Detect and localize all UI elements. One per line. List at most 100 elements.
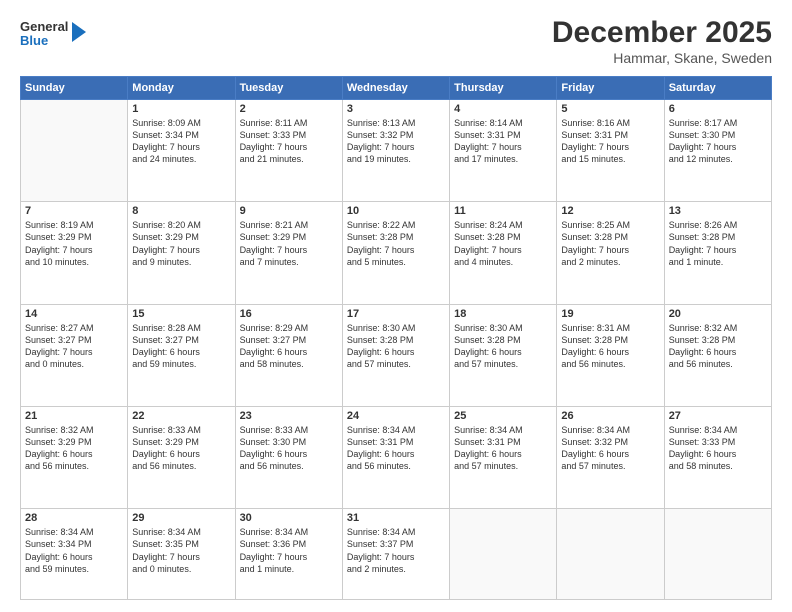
day-number: 18 (454, 308, 552, 320)
day-number: 5 (561, 103, 659, 115)
table-row (21, 100, 128, 202)
table-row: 3Sunrise: 8:13 AMSunset: 3:32 PMDaylight… (342, 100, 449, 202)
cell-content: Sunrise: 8:34 AMSunset: 3:36 PMDaylight:… (240, 526, 338, 575)
table-row: 4 Sunrise: 8:14 AMSunset: 3:31 PMDaylight… (450, 100, 557, 202)
table-row: 31Sunrise: 8:34 AMSunset: 3:37 PMDayligh… (342, 509, 449, 600)
table-row: 13 Sunrise: 8:26 AMSunset: 3:28 PMDayligh… (664, 202, 771, 304)
cell-content: Sunrise: 8:28 AMSunset: 3:27 PMDaylight:… (132, 322, 230, 371)
col-wednesday: Wednesday (342, 77, 449, 100)
table-row: 1Sunrise: 8:09 AMSunset: 3:34 PMDaylight… (128, 100, 235, 202)
calendar-table: Sunday Monday Tuesday Wednesday Thursday… (20, 76, 772, 600)
cell-content: Sunrise: 8:34 AMSunset: 3:35 PMDaylight:… (132, 526, 230, 575)
day-number: 10 (347, 205, 445, 217)
table-row: 19 Sunrise: 8:31 AMSunset: 3:28 PMDayligh… (557, 304, 664, 406)
day-number: 2 (240, 103, 338, 115)
col-thursday: Thursday (450, 77, 557, 100)
day-number: 11 (454, 205, 552, 217)
day-number: 15 (132, 308, 230, 320)
cell-content: Sunrise: 8:19 AMSunset: 3:29 PMDaylight:… (25, 219, 123, 268)
day-number: 4 (454, 103, 552, 115)
table-row: 20 Sunrise: 8:32 AMSunset: 3:28 PMDayligh… (664, 304, 771, 406)
cell-content: Sunrise: 8:16 AMSunset: 3:31 PMDaylight:… (561, 117, 659, 166)
cell-content: Sunrise: 8:34 AMSunset: 3:34 PMDaylight:… (25, 526, 123, 575)
day-number: 19 (561, 308, 659, 320)
day-number: 20 (669, 308, 767, 320)
table-row: 17 Sunrise: 8:30 AMSunset: 3:28 PMDayligh… (342, 304, 449, 406)
cell-content: Sunrise: 8:20 AMSunset: 3:29 PMDaylight:… (132, 219, 230, 268)
table-row (664, 509, 771, 600)
table-row: 23 Sunrise: 8:33 AMSunset: 3:30 PMDayligh… (235, 406, 342, 508)
day-number: 12 (561, 205, 659, 217)
cell-content: Sunrise: 8:22 AMSunset: 3:28 PMDaylight:… (347, 219, 445, 268)
table-row: 10 Sunrise: 8:22 AMSunset: 3:28 PMDayligh… (342, 202, 449, 304)
cell-content: Sunrise: 8:14 AMSunset: 3:31 PMDaylight:… (454, 117, 552, 166)
cell-content: Sunrise: 8:32 AMSunset: 3:28 PMDaylight:… (669, 322, 767, 371)
cell-content: Sunrise: 8:30 AMSunset: 3:28 PMDaylight:… (454, 322, 552, 371)
col-saturday: Saturday (664, 77, 771, 100)
table-row: 25Sunrise: 8:34 AMSunset: 3:31 PMDayligh… (450, 406, 557, 508)
day-number: 16 (240, 308, 338, 320)
table-row: 21 Sunrise: 8:32 AMSunset: 3:29 PMDayligh… (21, 406, 128, 508)
cell-content: Sunrise: 8:33 AMSunset: 3:30 PMDaylight:… (240, 424, 338, 473)
table-row: 12 Sunrise: 8:25 AMSunset: 3:28 PMDayligh… (557, 202, 664, 304)
cell-content: Sunrise: 8:30 AMSunset: 3:28 PMDaylight:… (347, 322, 445, 371)
day-number: 29 (132, 512, 230, 524)
table-row: 14Sunrise: 8:27 AMSunset: 3:27 PMDayligh… (21, 304, 128, 406)
table-row: 6Sunrise: 8:17 AMSunset: 3:30 PMDaylight… (664, 100, 771, 202)
logo-blue: Blue (20, 34, 68, 48)
table-row: 30 Sunrise: 8:34 AMSunset: 3:36 PMDayligh… (235, 509, 342, 600)
day-number: 31 (347, 512, 445, 524)
cell-content: Sunrise: 8:33 AMSunset: 3:29 PMDaylight:… (132, 424, 230, 473)
day-number: 26 (561, 410, 659, 422)
day-number: 21 (25, 410, 123, 422)
day-number: 28 (25, 512, 123, 524)
table-row: 28 Sunrise: 8:34 AMSunset: 3:34 PMDayligh… (21, 509, 128, 600)
table-row: 8Sunrise: 8:20 AMSunset: 3:29 PMDaylight… (128, 202, 235, 304)
table-row: 9 Sunrise: 8:21 AMSunset: 3:29 PMDaylight… (235, 202, 342, 304)
table-row: 15 Sunrise: 8:28 AMSunset: 3:27 PMDayligh… (128, 304, 235, 406)
table-row: 11 Sunrise: 8:24 AMSunset: 3:28 PMDayligh… (450, 202, 557, 304)
table-row: 7 Sunrise: 8:19 AMSunset: 3:29 PMDaylight… (21, 202, 128, 304)
cell-content: Sunrise: 8:17 AMSunset: 3:30 PMDaylight:… (669, 117, 767, 166)
day-number: 9 (240, 205, 338, 217)
cell-content: Sunrise: 8:24 AMSunset: 3:28 PMDaylight:… (454, 219, 552, 268)
table-row: 26 Sunrise: 8:34 AMSunset: 3:32 PMDayligh… (557, 406, 664, 508)
title-block: December 2025 Hammar, Skane, Sweden (552, 16, 772, 66)
table-row: 29 Sunrise: 8:34 AMSunset: 3:35 PMDayligh… (128, 509, 235, 600)
cell-content: Sunrise: 8:34 AMSunset: 3:33 PMDaylight:… (669, 424, 767, 473)
cell-content: Sunrise: 8:32 AMSunset: 3:29 PMDaylight:… (25, 424, 123, 473)
logo-general: General (20, 20, 68, 34)
cell-content: Sunrise: 8:31 AMSunset: 3:28 PMDaylight:… (561, 322, 659, 371)
cell-content: Sunrise: 8:21 AMSunset: 3:29 PMDaylight:… (240, 219, 338, 268)
day-number: 7 (25, 205, 123, 217)
day-number: 23 (240, 410, 338, 422)
month-year-title: December 2025 (552, 16, 772, 50)
day-number: 30 (240, 512, 338, 524)
table-row: 18 Sunrise: 8:30 AMSunset: 3:28 PMDayligh… (450, 304, 557, 406)
col-monday: Monday (128, 77, 235, 100)
table-row: 24Sunrise: 8:34 AMSunset: 3:31 PMDayligh… (342, 406, 449, 508)
table-row: 2 Sunrise: 8:11 AMSunset: 3:33 PMDaylight… (235, 100, 342, 202)
cell-content: Sunrise: 8:29 AMSunset: 3:27 PMDaylight:… (240, 322, 338, 371)
day-number: 27 (669, 410, 767, 422)
col-tuesday: Tuesday (235, 77, 342, 100)
cell-content: Sunrise: 8:13 AMSunset: 3:32 PMDaylight:… (347, 117, 445, 166)
day-number: 25 (454, 410, 552, 422)
table-row: 5 Sunrise: 8:16 AMSunset: 3:31 PMDaylight… (557, 100, 664, 202)
cell-content: Sunrise: 8:26 AMSunset: 3:28 PMDaylight:… (669, 219, 767, 268)
day-number: 22 (132, 410, 230, 422)
table-row: 22 Sunrise: 8:33 AMSunset: 3:29 PMDayligh… (128, 406, 235, 508)
cell-content: Sunrise: 8:34 AMSunset: 3:32 PMDaylight:… (561, 424, 659, 473)
day-number: 17 (347, 308, 445, 320)
logo-text: General Blue (20, 20, 68, 49)
calendar-header-row: Sunday Monday Tuesday Wednesday Thursday… (21, 77, 772, 100)
header: General Blue December 2025 Hammar, Skane… (20, 16, 772, 66)
logo-arrow-icon (72, 22, 86, 42)
cell-content: Sunrise: 8:09 AMSunset: 3:34 PMDaylight:… (132, 117, 230, 166)
table-row (557, 509, 664, 600)
col-friday: Friday (557, 77, 664, 100)
cell-content: Sunrise: 8:11 AMSunset: 3:33 PMDaylight:… (240, 117, 338, 166)
cell-content: Sunrise: 8:25 AMSunset: 3:28 PMDaylight:… (561, 219, 659, 268)
page: General Blue December 2025 Hammar, Skane… (0, 0, 792, 612)
day-number: 13 (669, 205, 767, 217)
